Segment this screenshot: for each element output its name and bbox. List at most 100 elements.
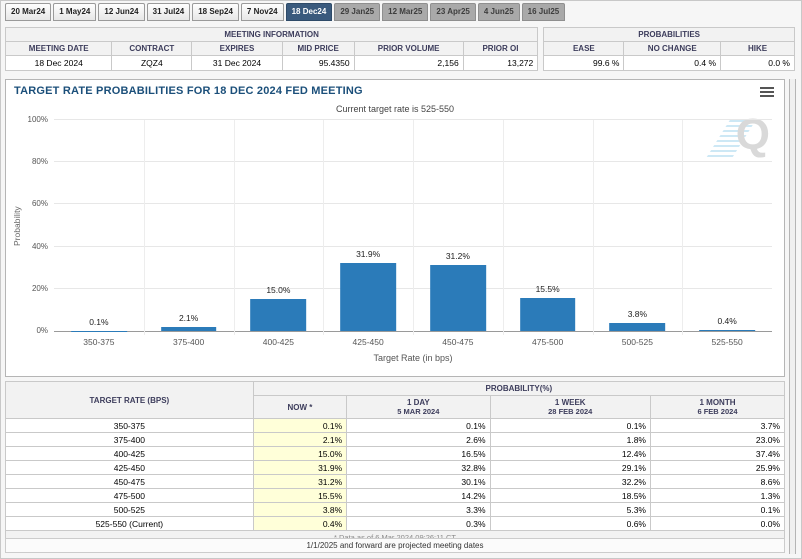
tab-31-jul24[interactable]: 31 Jul24 bbox=[147, 3, 191, 21]
one-month-probability-cell: 23.0% bbox=[650, 433, 784, 447]
one-day-probability-cell: 0.1% bbox=[347, 419, 490, 433]
one-day-probability-cell: 16.5% bbox=[347, 447, 490, 461]
y-tick-label: 20% bbox=[12, 284, 48, 293]
bar-450-475[interactable] bbox=[430, 265, 486, 331]
bar-500-525[interactable] bbox=[610, 323, 666, 331]
rate-range-cell: 475-500 bbox=[6, 489, 254, 503]
tab-16-jul25[interactable]: 16 Jul25 bbox=[522, 3, 566, 21]
y-tick-label: 0% bbox=[12, 326, 48, 335]
rate-range-cell: 400-425 bbox=[6, 447, 254, 461]
rate-range-cell: 375-400 bbox=[6, 433, 254, 447]
probability-table-body: 350-3750.1%0.1%0.1%3.7%375-4002.1%2.6%1.… bbox=[6, 419, 785, 531]
bar-425-450[interactable] bbox=[340, 263, 396, 331]
tab-12-mar25[interactable]: 12 Mar25 bbox=[382, 3, 428, 21]
now-probability-cell: 0.4% bbox=[253, 517, 346, 531]
one-week-probability-cell: 5.3% bbox=[490, 503, 650, 517]
one-week-probability-cell: 29.1% bbox=[490, 461, 650, 475]
table-row: 450-47531.2%30.1%32.2%8.6% bbox=[6, 475, 785, 489]
now-probability-cell: 15.0% bbox=[253, 447, 346, 461]
bar-value-label: 15.5% bbox=[503, 284, 593, 294]
bar-375-400[interactable] bbox=[161, 327, 217, 331]
col-header-mid-price: MID PRICE bbox=[282, 42, 354, 56]
tab-12-jun24[interactable]: 12 Jun24 bbox=[98, 3, 144, 21]
table-row: 475-50015.5%14.2%18.5%1.3% bbox=[6, 489, 785, 503]
bar-value-label: 31.2% bbox=[413, 251, 503, 261]
one-week-probability-cell: 12.4% bbox=[490, 447, 650, 461]
table-row: 525-550 (Current)0.4%0.3%0.6%0.0% bbox=[6, 517, 785, 531]
col-header-no-change: NO CHANGE bbox=[624, 42, 721, 56]
plot-area: 0%20%40%60%80%100% 0.1%2.1%15.0%31.9%31.… bbox=[54, 120, 772, 332]
bar-cell-475-500: 15.5% bbox=[503, 120, 593, 331]
col-header-ease: EASE bbox=[544, 42, 624, 56]
col-header-1-week: 1 WEEK28 FEB 2024 bbox=[490, 396, 650, 419]
one-month-probability-cell: 3.7% bbox=[650, 419, 784, 433]
one-month-probability-cell: 0.1% bbox=[650, 503, 784, 517]
one-month-probability-cell: 1.3% bbox=[650, 489, 784, 503]
one-week-probability-cell: 0.6% bbox=[490, 517, 650, 531]
probabilities-panel: PROBABILITIES EASE NO CHANGE HIKE 99.6 %… bbox=[543, 27, 795, 71]
tab-4-jun25[interactable]: 4 Jun25 bbox=[478, 3, 520, 21]
tab-7-nov24[interactable]: 7 Nov24 bbox=[241, 3, 284, 21]
col-header-now: NOW * bbox=[253, 396, 346, 419]
now-probability-cell: 2.1% bbox=[253, 433, 346, 447]
x-tick-label: 425-450 bbox=[323, 337, 413, 347]
one-day-probability-cell: 0.3% bbox=[347, 517, 490, 531]
one-day-probability-cell: 32.8% bbox=[347, 461, 490, 475]
prior-oi-value: 13,272 bbox=[463, 56, 538, 71]
rate-range-cell: 525-550 (Current) bbox=[6, 517, 254, 531]
now-probability-cell: 3.8% bbox=[253, 503, 346, 517]
prior-volume-value: 2,156 bbox=[354, 56, 463, 71]
probabilities-table: PROBABILITIES EASE NO CHANGE HIKE 99.6 %… bbox=[543, 27, 795, 71]
one-month-probability-cell: 25.9% bbox=[650, 461, 784, 475]
one-week-probability-cell: 1.8% bbox=[490, 433, 650, 447]
bar-cell-525-550: 0.4% bbox=[682, 120, 772, 331]
bar-525-550[interactable] bbox=[699, 330, 755, 331]
probability-chart-panel: TARGET RATE PROBABILITIES FOR 18 DEC 202… bbox=[5, 79, 785, 377]
x-tick-label: 450-475 bbox=[413, 337, 503, 347]
now-probability-cell: 0.1% bbox=[253, 419, 346, 433]
col-header-expires: EXPIRES bbox=[192, 42, 282, 56]
tab-20-mar24[interactable]: 20 Mar24 bbox=[5, 3, 51, 21]
tab-23-apr25[interactable]: 23 Apr25 bbox=[430, 3, 476, 21]
bar-cell-350-375: 0.1% bbox=[54, 120, 144, 331]
bar-value-label: 15.0% bbox=[234, 285, 324, 295]
probability-table-panel: TARGET RATE (BPS) PROBABILITY(%) NOW * 1… bbox=[5, 381, 785, 544]
bar-475-500[interactable] bbox=[520, 298, 576, 331]
no-change-value: 0.4 % bbox=[624, 56, 721, 71]
one-day-probability-cell: 30.1% bbox=[347, 475, 490, 489]
tab-18-sep24[interactable]: 18 Sep24 bbox=[192, 3, 239, 21]
meeting-tab-bar: 20 Mar241 May2412 Jun2431 Jul2418 Sep247… bbox=[5, 3, 565, 21]
col-header-1-month: 1 MONTH6 FEB 2024 bbox=[650, 396, 784, 419]
bar-value-label: 31.9% bbox=[323, 249, 413, 259]
one-day-probability-cell: 2.6% bbox=[347, 433, 490, 447]
x-tick-label: 525-550 bbox=[682, 337, 772, 347]
mid-price-value: 95.4350 bbox=[282, 56, 354, 71]
x-tick-label: 375-400 bbox=[144, 337, 234, 347]
y-tick-label: 60% bbox=[12, 199, 48, 208]
rate-range-cell: 350-375 bbox=[6, 419, 254, 433]
tab-1-may24[interactable]: 1 May24 bbox=[53, 3, 96, 21]
y-tick-label: 100% bbox=[12, 115, 48, 124]
bar-value-label: 0.1% bbox=[54, 317, 144, 327]
meeting-information-table: MEETING INFORMATION MEETING DATE CONTRAC… bbox=[5, 27, 538, 71]
tab-29-jan25[interactable]: 29 Jan25 bbox=[334, 3, 380, 21]
bar-value-label: 0.4% bbox=[682, 316, 772, 326]
rate-range-cell: 500-525 bbox=[6, 503, 254, 517]
bar-cell-450-475: 31.2% bbox=[413, 120, 503, 331]
meeting-information-title: MEETING INFORMATION bbox=[6, 28, 538, 42]
bar-cell-425-450: 31.9% bbox=[323, 120, 413, 331]
y-tick-label: 80% bbox=[12, 157, 48, 166]
bar-400-425[interactable] bbox=[251, 299, 307, 331]
table-row: 350-3750.1%0.1%0.1%3.7% bbox=[6, 419, 785, 433]
tab-18-dec24[interactable]: 18 Dec24 bbox=[286, 3, 333, 21]
probability-table: TARGET RATE (BPS) PROBABILITY(%) NOW * 1… bbox=[5, 381, 785, 544]
now-probability-cell: 31.2% bbox=[253, 475, 346, 489]
scrollbar-track[interactable] bbox=[789, 79, 796, 554]
col-header-contract: CONTRACT bbox=[112, 42, 192, 56]
chart-context-menu-icon[interactable] bbox=[760, 87, 774, 99]
bars-row: 0.1%2.1%15.0%31.9%31.2%15.5%3.8%0.4% bbox=[54, 120, 772, 331]
x-tick-label: 500-525 bbox=[593, 337, 683, 347]
chart-subtitle: Current target rate is 525-550 bbox=[6, 104, 784, 114]
bar-cell-375-400: 2.1% bbox=[144, 120, 234, 331]
group-header-probability: PROBABILITY(%) bbox=[253, 382, 784, 396]
